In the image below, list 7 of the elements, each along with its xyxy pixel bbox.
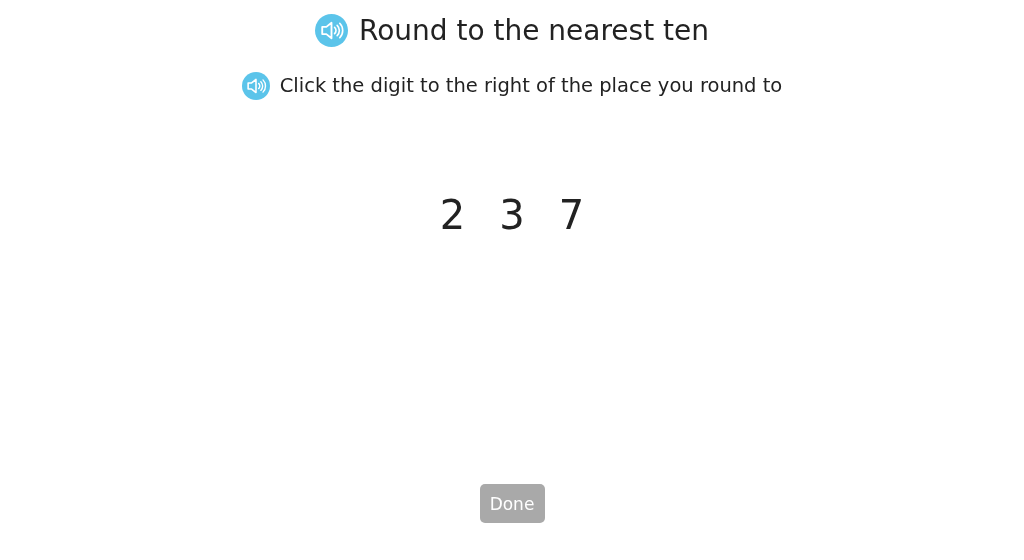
page-title: Round to the nearest ten bbox=[359, 14, 709, 48]
speaker-icon[interactable] bbox=[315, 14, 348, 48]
digit-button[interactable]: 3 bbox=[494, 191, 530, 238]
digit-button[interactable]: 2 bbox=[434, 191, 471, 238]
digit-button[interactable]: 7 bbox=[553, 191, 590, 238]
instruction-text: Click the digit to the right of the place you round to bbox=[279, 73, 783, 98]
speaker-icon[interactable] bbox=[241, 71, 270, 100]
